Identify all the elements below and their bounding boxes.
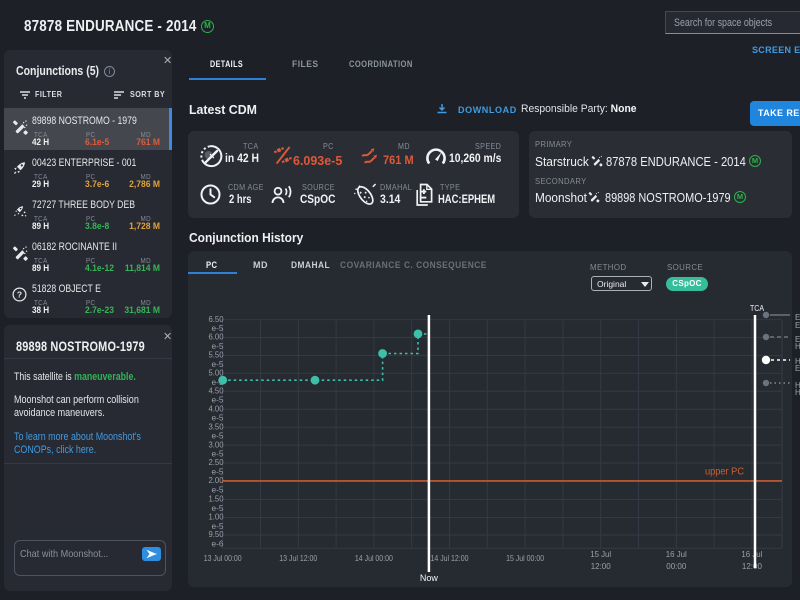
svg-text:14 Jul 00:00: 14 Jul 00:00	[355, 553, 393, 563]
svg-text:13 Jul 12:00: 13 Jul 12:00	[279, 553, 317, 563]
svg-text:TCA: TCA	[750, 303, 764, 313]
svg-text:00:00: 00:00	[666, 561, 686, 571]
svg-text:14 Jul 12:00: 14 Jul 12:00	[431, 553, 469, 563]
svg-text:12:00: 12:00	[591, 561, 611, 571]
svg-text:12:00: 12:00	[742, 561, 762, 571]
svg-text:16 Jul: 16 Jul	[741, 549, 762, 559]
svg-text:15 Jul: 15 Jul	[590, 549, 611, 559]
svg-text:?: ?	[17, 290, 22, 300]
svg-text:Now: Now	[420, 573, 439, 583]
svg-text:e-6: e-6	[212, 538, 224, 548]
svg-text:16 Jul: 16 Jul	[666, 549, 687, 559]
svg-text:13 Jul 00:00: 13 Jul 00:00	[204, 553, 242, 563]
svg-text:upper PC: upper PC	[705, 466, 744, 477]
svg-text:15 Jul 00:00: 15 Jul 00:00	[506, 553, 544, 563]
